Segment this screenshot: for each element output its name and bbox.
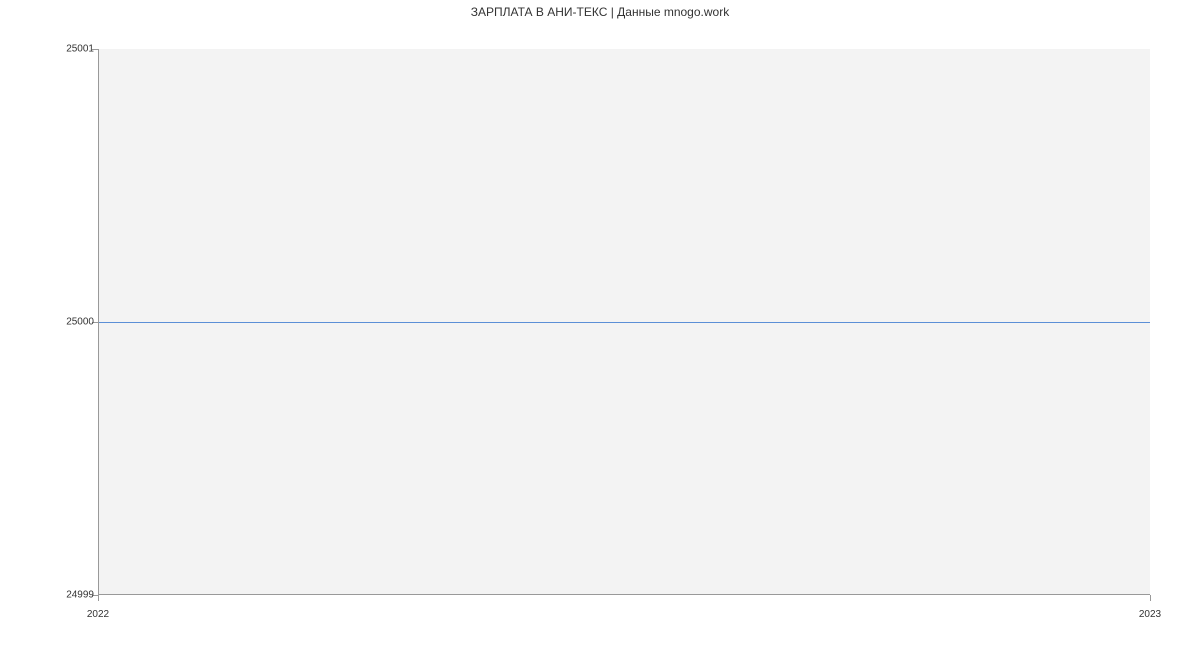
x-tick-label: 2022 [87,609,109,620]
chart-title: ЗАРПЛАТА В АНИ-ТЕКС | Данные mnogo.work [0,5,1200,19]
x-tick-label: 2023 [1139,609,1161,620]
x-tick [98,595,99,601]
y-tick-label: 24999 [66,590,94,601]
y-tick-label: 25001 [66,44,94,55]
data-line [99,322,1150,323]
y-tick-label: 25000 [66,317,94,328]
x-tick [1150,595,1151,601]
plot-area [98,49,1150,595]
